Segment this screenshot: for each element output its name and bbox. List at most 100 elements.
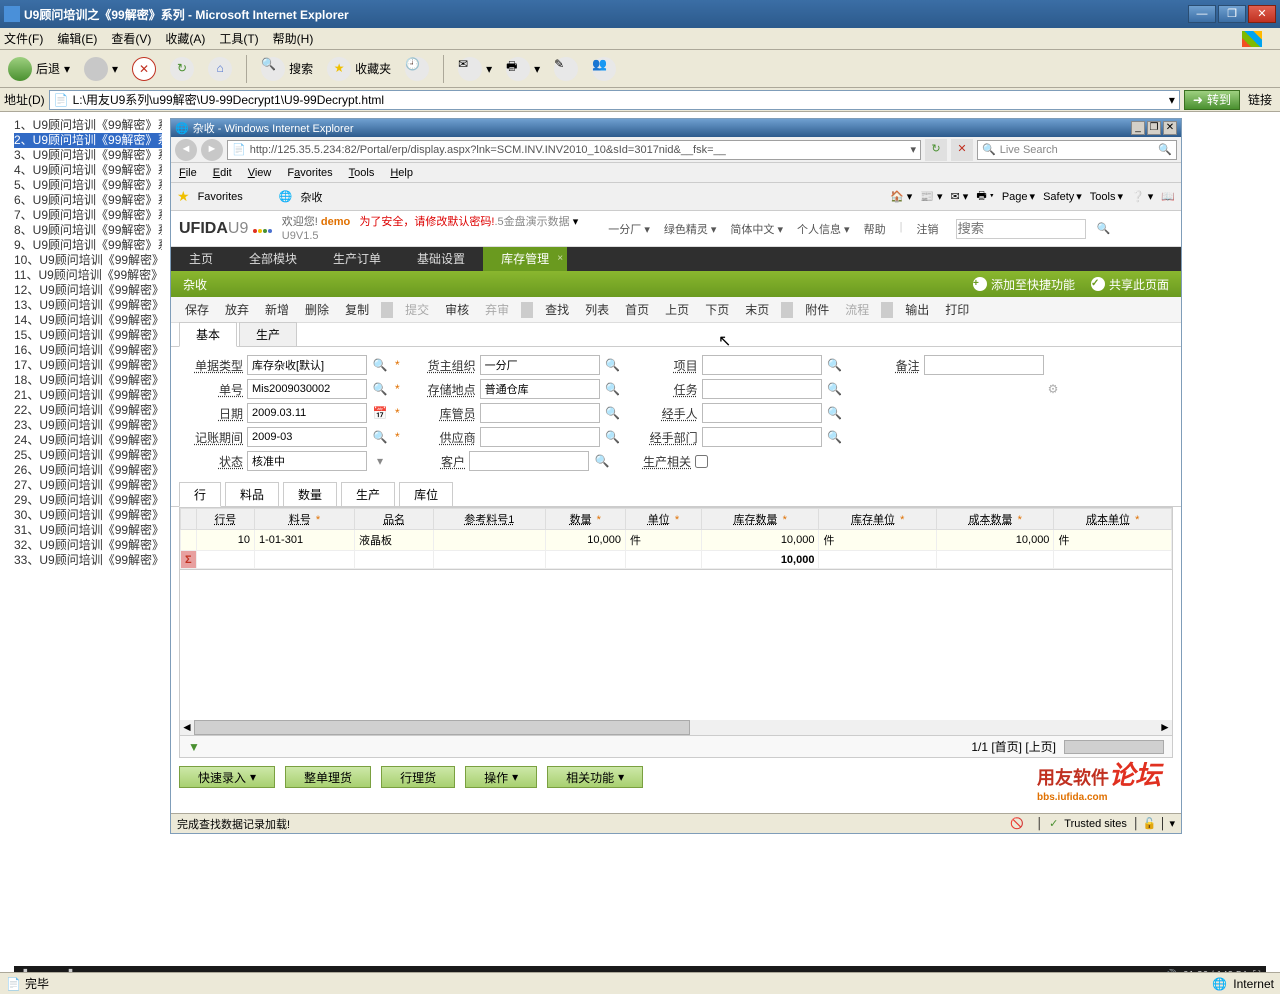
back-button[interactable]: 后退 ▾	[4, 55, 74, 83]
text-input[interactable]	[480, 403, 600, 423]
text-input[interactable]	[702, 427, 822, 447]
page-menu[interactable]: Page ▾	[1002, 190, 1035, 203]
action-new[interactable]: 新增	[259, 299, 295, 320]
share-page-button[interactable]: ✓共享此页面	[1091, 276, 1169, 293]
btn-line-tally[interactable]: 行理货	[381, 766, 455, 788]
text-input[interactable]	[469, 451, 589, 471]
edit-button[interactable]: ✎	[550, 55, 582, 83]
gtab-prod[interactable]: 生产	[341, 482, 395, 507]
playlist-item[interactable]: 27、U9顾问培训《99解密》系	[14, 478, 162, 493]
mail-button[interactable]: ✉▾	[454, 55, 496, 83]
grid-header[interactable]: 行号	[196, 509, 254, 530]
action-next[interactable]: 下页	[699, 299, 735, 320]
playlist-item[interactable]: 10、U9顾问培训《99解密》系	[14, 253, 162, 268]
action-copy[interactable]: 复制	[339, 299, 375, 320]
lookup-icon[interactable]: 🔍	[604, 355, 622, 375]
gtab-item[interactable]: 料品	[225, 482, 279, 507]
inner-stop-button[interactable]: ✕	[951, 139, 973, 161]
action-approve[interactable]: 审核	[439, 299, 475, 320]
text-input[interactable]	[480, 355, 600, 375]
playlist-item[interactable]: 15、U9顾问培训《99解密》系	[14, 328, 162, 343]
favorites-star-icon[interactable]: ★	[177, 188, 190, 205]
inner-menu-edit[interactable]: Edit	[213, 167, 232, 179]
playlist-item[interactable]: 12、U9顾问培训《99解密》系	[14, 283, 162, 298]
table-row[interactable]: 101-01-301液晶板10,000件10,000件10,000件	[181, 530, 1172, 551]
search-icon[interactable]: 🔍	[1096, 222, 1110, 235]
gtab-loc[interactable]: 库位	[399, 482, 453, 507]
playlist-item[interactable]: 17、U9顾问培训《99解密》系	[14, 358, 162, 373]
inner-address-input[interactable]: 📄 http://125.35.5.234:82/Portal/erp/disp…	[227, 140, 921, 160]
gtab-line[interactable]: 行	[179, 482, 221, 507]
lookup-icon[interactable]: 🔍	[604, 403, 622, 423]
text-input[interactable]	[247, 403, 367, 423]
current-tab[interactable]: 杂收	[301, 189, 323, 205]
grid-header[interactable]: 成本数量 *	[936, 509, 1053, 530]
action-first[interactable]: 首页	[619, 299, 655, 320]
inner-max-button[interactable]: ❐	[1147, 121, 1161, 135]
help-icon[interactable]: ❔ ▾	[1131, 190, 1153, 203]
link-profile[interactable]: 个人信息 ▾	[797, 221, 850, 237]
menu-tools[interactable]: 工具(T)	[219, 30, 258, 47]
link-logout[interactable]: 注销	[916, 221, 938, 237]
playlist-item[interactable]: 21、U9顾问培训《99解密》系	[14, 388, 162, 403]
playlist-item[interactable]: 25、U9顾问培训《99解密》系	[14, 448, 162, 463]
playlist-item[interactable]: 33、U9顾问培训《99解密》系	[14, 553, 162, 568]
inner-refresh-button[interactable]: ↻	[925, 139, 947, 161]
playlist-item[interactable]: 30、U9顾问培训《99解密》系	[14, 508, 162, 523]
playlist-item[interactable]: 1、U9顾问培训《99解密》系	[14, 118, 162, 133]
lookup-icon[interactable]: 🔍	[826, 355, 844, 375]
favorites-label[interactable]: Favorites	[198, 191, 243, 203]
search-button[interactable]: 🔍搜索	[257, 55, 317, 83]
menu-fav[interactable]: 收藏(A)	[165, 30, 205, 47]
playlist-item[interactable]: 29、U9顾问培训《99解密》系	[14, 493, 162, 508]
playlist-item[interactable]: 18、U9顾问培训《99解密》系	[14, 373, 162, 388]
playlist-item[interactable]: 26、U9顾问培训《99解密》系	[14, 463, 162, 478]
btn-operation[interactable]: 操作 ▾	[465, 766, 537, 788]
menu-edit[interactable]: 编辑(E)	[57, 30, 97, 47]
outer-close-button[interactable]: ✕	[1248, 5, 1276, 23]
action-discard[interactable]: 放弃	[219, 299, 255, 320]
grid-header[interactable]: 料号 *	[255, 509, 355, 530]
text-input[interactable]	[702, 355, 822, 375]
app-search-input[interactable]	[956, 219, 1086, 239]
link-org[interactable]: 一分厂 ▾	[608, 221, 650, 237]
text-input[interactable]	[247, 355, 367, 375]
playlist-item[interactable]: 4、U9顾问培训《99解密》系	[14, 163, 162, 178]
links-label[interactable]: 链接	[1244, 91, 1276, 108]
inner-menu-view[interactable]: View	[248, 167, 272, 179]
action-attachment[interactable]: 附件	[799, 299, 835, 320]
lookup-icon[interactable]: 🔍	[826, 379, 844, 399]
stop-button[interactable]: ✕	[128, 55, 160, 83]
menu-help[interactable]: 帮助(H)	[273, 30, 314, 47]
playlist-item[interactable]: 14、U9顾问培训《99解密》系	[14, 313, 162, 328]
discuss-button[interactable]: 👥	[588, 55, 620, 83]
playlist-item[interactable]: 2、U9顾问培训《99解密》系	[14, 133, 162, 148]
playlist-item[interactable]: 32、U9顾问培训《99解密》系	[14, 538, 162, 553]
nav-production[interactable]: 生产订单	[315, 247, 399, 271]
text-input[interactable]	[247, 451, 367, 471]
gtab-qty[interactable]: 数量	[283, 482, 337, 507]
inner-forward-button[interactable]: ►	[201, 139, 223, 161]
text-input[interactable]	[247, 379, 367, 399]
playlist-item[interactable]: 5、U9顾问培训《99解密》系	[14, 178, 162, 193]
grid-header[interactable]: 库存单位 *	[819, 509, 936, 530]
inner-min-button[interactable]: _	[1131, 121, 1145, 135]
grid-pager[interactable]: 1/1 [首页] [上页]	[971, 738, 1056, 755]
text-input[interactable]	[702, 403, 822, 423]
playlist-item[interactable]: 9、U9顾问培训《99解密》系	[14, 238, 162, 253]
playlist-item[interactable]: 31、U9顾问培训《99解密》系	[14, 523, 162, 538]
outer-address-input[interactable]: 📄 L:\用友U9系列\u99解密\U9-99Decrypt1\U9-99Dec…	[49, 90, 1180, 110]
text-input[interactable]	[480, 379, 600, 399]
outer-max-button[interactable]: ❐	[1218, 5, 1246, 23]
playlist-item[interactable]: 16、U9顾问培训《99解密》系	[14, 343, 162, 358]
action-find[interactable]: 查找	[539, 299, 575, 320]
feeds-menu[interactable]: 📰 ▾	[920, 190, 942, 203]
favorites-button[interactable]: ★收藏夹	[323, 55, 395, 83]
nav-home[interactable]: 主页	[171, 247, 231, 271]
checkbox-input[interactable]	[695, 455, 708, 468]
grid-header[interactable]: 成本单位 *	[1054, 509, 1172, 530]
outer-min-button[interactable]: —	[1188, 5, 1216, 23]
inner-menu-favorites[interactable]: Favorites	[287, 167, 332, 179]
grid-header[interactable]: 库存数量 *	[701, 509, 818, 530]
tools-menu[interactable]: Tools ▾	[1090, 190, 1123, 203]
